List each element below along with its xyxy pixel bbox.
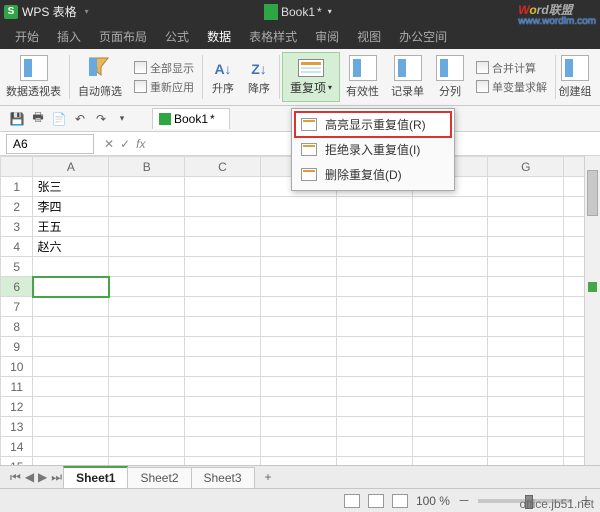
cell-a2[interactable]: 李四 [33,197,109,217]
tab-data[interactable]: 数据 [198,23,240,50]
show-all-button[interactable]: 全部显示 [134,60,194,76]
group-icon [561,55,589,81]
col-header-c[interactable]: C [185,157,261,177]
app-menu-chevron-down-icon[interactable]: ▾ [81,5,93,19]
show-all-icon [134,61,147,74]
menu-highlight-duplicates[interactable]: 高亮显示重复值(R) [295,112,451,137]
consolidate-icon [476,61,489,74]
create-group-button[interactable]: 创建组 [558,49,592,105]
consolidate-button[interactable]: 合并计算 [476,60,536,76]
qat-redo-icon[interactable]: ↷ [92,110,110,128]
form-button[interactable]: 记录单 [385,49,430,105]
ribbon: 数据透视表 自动筛选 全部显示 重新应用 A↓ 升序 Z↓ 降序 重复项▾ 有效… [0,49,600,106]
filter-icon [86,55,114,81]
sheet-tab-2[interactable]: Sheet2 [127,467,191,488]
cell-a3[interactable]: 王五 [33,217,109,237]
tab-insert[interactable]: 插入 [48,23,90,50]
cancel-icon[interactable]: ✕ [104,137,114,151]
view-break-icon[interactable] [392,494,408,508]
solver-icon [476,80,489,93]
reject-icon [301,143,317,156]
sort-desc-button[interactable]: Z↓ 降序 [241,49,277,105]
pivot-table-icon [20,55,48,81]
qat-print-icon[interactable]: 🖶 [29,110,47,128]
document-tab[interactable]: Book1 * ▾ [264,4,332,20]
ribbon-tabs: 开始 插入 页面布局 公式 数据 表格样式 审阅 视图 办公空间 [0,23,600,49]
add-sheet-button[interactable]: + [255,467,282,487]
tab-office[interactable]: 办公空间 [390,23,456,50]
chevron-down-icon: ▾ [328,83,332,92]
highlight-icon [301,118,317,131]
menu-remove-duplicates[interactable]: 删除重复值(D) [295,162,451,187]
qat-save-icon[interactable]: 💾 [8,110,26,128]
status-bar: 100 % － ＋ [0,488,600,512]
tab-style[interactable]: 表格样式 [240,23,306,50]
zoom-out-button[interactable]: － [458,492,470,509]
qat-preview-icon[interactable]: 📄 [50,110,68,128]
text-to-columns-button[interactable]: 分列 [430,49,470,105]
scrollbar-thumb[interactable] [587,170,598,216]
col-header-b[interactable]: B [109,157,185,177]
sheet-nav-first-icon[interactable]: ⏮ [8,470,23,485]
sort-asc-button[interactable]: A↓ 升序 [205,49,241,105]
validity-icon [349,55,377,81]
reapply-icon [134,80,147,93]
qat-undo-icon[interactable]: ↶ [71,110,89,128]
watermark: Word联盟 www.wordlm.com [518,1,596,27]
cell-a4[interactable]: 赵六 [33,237,109,257]
tab-view[interactable]: 视图 [348,23,390,50]
sheet-nav-next-icon[interactable]: ▶ [36,470,49,484]
cell-a1[interactable]: 张三 [33,177,109,197]
duplicates-icon [298,59,324,77]
zoom-level[interactable]: 100 % [416,494,450,508]
form-icon [394,55,422,81]
workbook-icon [159,113,171,125]
sheet-tab-bar: ⏮ ◀ ▶ ⏭ Sheet1 Sheet2 Sheet3 + [0,465,600,488]
menu-reject-duplicates[interactable]: 拒绝录入重复值(I) [295,137,451,162]
name-box[interactable]: A6 [6,134,94,154]
view-normal-icon[interactable] [344,494,360,508]
document-name: Book1 [281,5,315,19]
col-header-a[interactable]: A [33,157,109,177]
solver-button[interactable]: 单变量求解 [476,79,547,95]
validity-button[interactable]: 有效性 [340,49,385,105]
cell-a6-selected[interactable] [33,277,109,297]
app-name: WPS 表格 [22,3,77,20]
tab-formula[interactable]: 公式 [156,23,198,50]
sheet-nav-prev-icon[interactable]: ◀ [23,470,36,484]
footer-watermark: office.jb51.net [519,497,594,511]
workbook-icon [264,4,278,20]
document-modified-star: * [317,5,322,19]
remove-icon [301,168,317,181]
duplicates-dropdown: 高亮显示重复值(R) 拒绝录入重复值(I) 删除重复值(D) [291,108,455,191]
select-all-corner[interactable] [1,157,33,177]
app-logo-icon: S [4,5,18,19]
text-to-columns-icon [436,55,464,81]
tab-layout[interactable]: 页面布局 [90,23,156,50]
qat-more-icon[interactable]: ▾ [113,110,131,128]
fx-icon[interactable]: fx [136,137,145,151]
sheet-tab-1[interactable]: Sheet1 [63,466,128,488]
tab-review[interactable]: 审阅 [306,23,348,50]
duplicates-button[interactable]: 重复项▾ [282,52,340,102]
tab-start[interactable]: 开始 [6,23,48,50]
vertical-scrollbar[interactable] [584,156,600,486]
scrollbar-marker [588,282,597,292]
sort-desc-icon: Z↓ [247,58,271,80]
spreadsheet-grid[interactable]: A B C D E F G H 1张三 2李四 3王五 4赵六 5 6 7 8 … [0,156,600,485]
sheet-nav-last-icon[interactable]: ⏭ [49,470,64,485]
sheet-tab-3[interactable]: Sheet3 [191,467,255,488]
chevron-down-icon: ▾ [328,7,332,16]
pivot-table-button[interactable]: 数据透视表 [0,49,67,105]
col-header-g[interactable]: G [488,157,564,177]
autofilter-button[interactable]: 自动筛选 [72,49,128,105]
view-page-icon[interactable] [368,494,384,508]
title-bar: S WPS 表格 ▾ Book1 * ▾ Word联盟 www.wordlm.c… [0,0,600,23]
reapply-button[interactable]: 重新应用 [134,79,194,95]
qat-doc-tab[interactable]: Book1 * [152,108,230,129]
sort-asc-icon: A↓ [211,58,235,80]
confirm-icon[interactable]: ✓ [120,137,130,151]
